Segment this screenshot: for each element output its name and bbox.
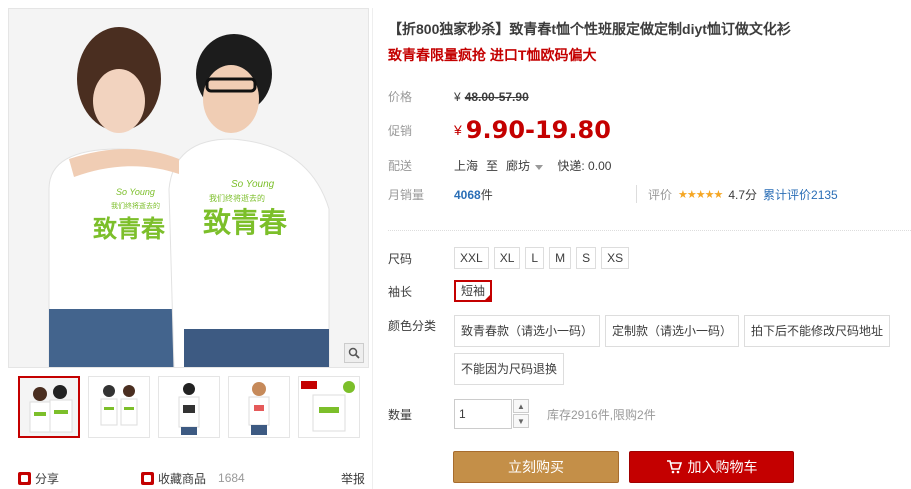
- share-label: 分享: [35, 471, 60, 486]
- print-so-young: So Young: [116, 187, 155, 197]
- size-row: 尺码 XXL XL L M S XS: [388, 247, 634, 269]
- color-option-4[interactable]: 不能因为尺码退换: [454, 353, 565, 385]
- sales-row: 月销量 4068 件: [388, 186, 493, 203]
- print-so-young-2: So Young: [231, 179, 275, 190]
- stock-info: 库存2916件,限购2件: [547, 407, 656, 422]
- product-title: 【折800独家秒杀】致青春t恤个性班服定做定制diyt恤订做文化衫: [388, 21, 791, 37]
- sales-label: 月销量: [388, 188, 425, 202]
- product-header: 【折800独家秒杀】致青春t恤个性班服定做定制diyt恤订做文化衫 致青春限量疯…: [388, 18, 911, 66]
- promo-row: 促销 ¥ 9.90-19.80: [388, 116, 611, 144]
- size-option-l[interactable]: L: [525, 247, 545, 269]
- original-price: 48.00-57.90: [464, 89, 529, 104]
- add-to-cart-button[interactable]: 加入购物车: [629, 451, 794, 483]
- color-option-2[interactable]: 定制款（请选小一码）: [605, 315, 740, 347]
- section-divider: [388, 230, 911, 231]
- share-bar: 分享 收藏商品 1684 举报: [18, 468, 369, 488]
- thumbnail-5[interactable]: [298, 376, 360, 438]
- rating-block: 评价 ★★★★★ 4.7分 累计评价2135: [648, 186, 838, 203]
- product-gallery: So Young 我们终将逝去的 致青春 So Young 我们终将逝去的 致青…: [8, 8, 369, 489]
- quantity-increase-button[interactable]: ▲: [513, 399, 529, 413]
- cart-icon: [666, 460, 682, 474]
- product-subtitle: 致青春限量疯抢 进口T恤欧码偏大: [388, 47, 597, 63]
- thumbnail-1[interactable]: [18, 376, 80, 438]
- sleeve-row: 袖长 短袖: [388, 280, 497, 302]
- shipping-label: 配送: [388, 159, 413, 173]
- size-label: 尺码: [388, 251, 413, 266]
- quantity-label: 数量: [388, 407, 413, 422]
- price-label: 价格: [388, 90, 413, 104]
- rating-score: 4.7分: [728, 188, 758, 202]
- add-to-cart-label: 加入购物车: [687, 459, 758, 475]
- thumbnail-3[interactable]: [158, 376, 220, 438]
- print-main-right: 致青春: [203, 207, 288, 238]
- size-option-xxl[interactable]: XXL: [454, 247, 489, 269]
- color-option-3[interactable]: 拍下后不能修改尺码地址: [744, 315, 891, 347]
- sales-divider: [636, 185, 637, 203]
- print-main-left: 致青春: [93, 216, 165, 243]
- chevron-down-icon: [535, 165, 544, 170]
- sales-count: 4068: [454, 187, 481, 202]
- column-divider: [372, 8, 373, 489]
- main-product-image[interactable]: So Young 我们终将逝去的 致青春 So Young 我们终将逝去的 致青…: [8, 8, 369, 368]
- quantity-row: 数量 1 ▲ ▼ 库存2916件,限购2件: [388, 399, 656, 429]
- ship-to: 廊坊: [506, 159, 531, 173]
- price-currency: ¥: [454, 89, 461, 104]
- main-image-illustration: [9, 9, 368, 367]
- color-row: 颜色分类 致青春款（请选小一码） 定制款（请选小一码） 拍下后不能修改尺码地址 …: [388, 315, 904, 385]
- size-option-s[interactable]: S: [576, 247, 597, 269]
- thumbnail-2[interactable]: [88, 376, 150, 438]
- share-icon: [18, 471, 31, 485]
- shipping-fee: 快递: 0.00: [557, 159, 612, 173]
- sales-unit: 件: [480, 188, 493, 202]
- rating-stars-icon: ★★★★★: [678, 189, 723, 201]
- favorite-label: 收藏商品: [158, 471, 207, 486]
- sleeve-label: 袖长: [388, 284, 413, 299]
- thumbnail-4[interactable]: [228, 376, 290, 438]
- size-option-m[interactable]: M: [549, 247, 572, 269]
- promo-currency: ¥: [454, 122, 462, 138]
- quantity-input[interactable]: 1: [454, 399, 512, 429]
- ship-from: 上海: [454, 159, 479, 173]
- favorite-button[interactable]: 收藏商品 1684: [141, 470, 245, 487]
- thumbnail-strip: [8, 376, 369, 446]
- favorite-icon: [141, 471, 155, 485]
- sleeve-option-short[interactable]: 短袖: [454, 280, 493, 302]
- size-option-xl[interactable]: XL: [493, 247, 521, 269]
- share-button[interactable]: 分享: [18, 470, 59, 487]
- rating-label: 评价: [648, 188, 673, 202]
- quantity-decrease-button[interactable]: ▼: [513, 414, 529, 428]
- color-option-1[interactable]: 致青春款（请选小一码）: [454, 315, 601, 347]
- color-label: 颜色分类: [388, 319, 437, 333]
- shipping-row: 配送 上海 至 廊坊 快递: 0.00: [388, 157, 611, 174]
- quantity-stepper: 1 ▲ ▼: [454, 399, 529, 429]
- report-link[interactable]: 举报: [341, 470, 365, 487]
- buy-now-label: 立刻购买: [508, 459, 564, 475]
- favorite-count: 1684: [218, 471, 245, 485]
- ship-to-word: 至: [486, 159, 499, 173]
- promo-label: 促销: [388, 123, 413, 138]
- ship-to-select[interactable]: 廊坊: [506, 157, 544, 174]
- price-row: 价格 ¥ 48.00-57.90: [388, 88, 529, 105]
- zoom-icon[interactable]: [344, 343, 364, 363]
- review-count-link[interactable]: 累计评价2135: [763, 186, 838, 203]
- size-option-xs[interactable]: XS: [601, 247, 630, 269]
- promo-price: 9.90-19.80: [465, 116, 611, 144]
- buy-now-button[interactable]: 立刻购买: [453, 451, 619, 483]
